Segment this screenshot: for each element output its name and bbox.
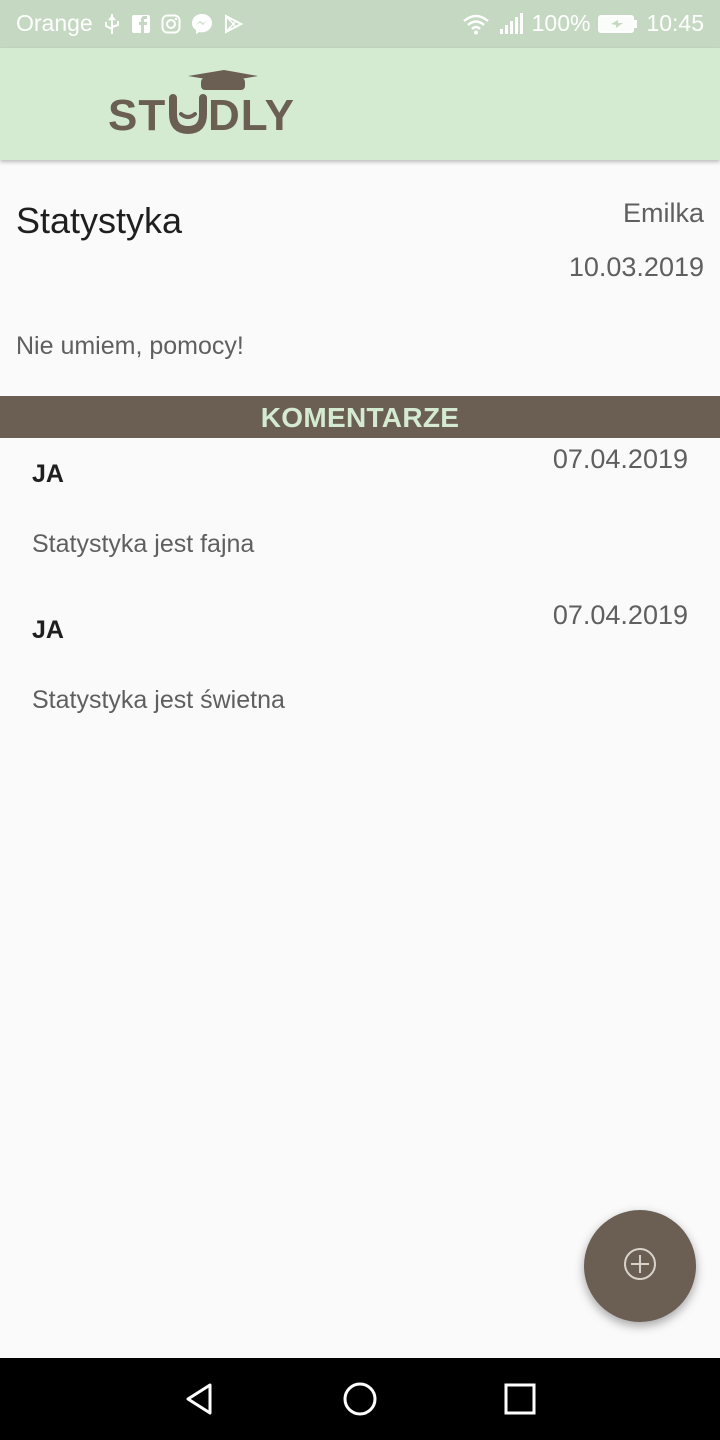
recents-button[interactable] xyxy=(500,1379,540,1419)
navigation-bar xyxy=(0,1358,720,1440)
instagram-icon xyxy=(161,14,181,34)
usb-icon xyxy=(103,13,121,35)
comment-item: JA 07.04.2019 Statystyka jest fajna xyxy=(0,440,720,580)
post-author: Emilka xyxy=(622,198,704,228)
battery-percentage: 100% xyxy=(531,10,591,36)
messenger-icon xyxy=(191,13,213,35)
wifi-icon xyxy=(462,13,490,35)
post-date: 10.03.2019 xyxy=(568,252,704,282)
back-button[interactable] xyxy=(180,1379,220,1419)
comments-header: KOMENTARZE xyxy=(0,396,720,438)
comment-author: JA xyxy=(32,616,64,644)
status-bar: Orange 100% 10:45 xyxy=(0,0,720,48)
comment-date: 07.04.2019 xyxy=(552,444,688,474)
svg-text:ST: ST xyxy=(108,91,166,136)
carrier-label: Orange xyxy=(16,10,93,36)
recents-icon xyxy=(504,1383,536,1415)
comment-text: Statystyka jest świetna xyxy=(32,686,285,714)
studly-logo: ST DLY xyxy=(108,62,294,140)
comment-text: Statystyka jest fajna xyxy=(32,530,255,558)
studly-logo-graphic: ST DLY xyxy=(108,70,294,140)
comment-item: JA 07.04.2019 Statystyka jest świetna xyxy=(0,596,720,736)
battery-icon xyxy=(598,14,638,34)
facebook-icon xyxy=(131,14,151,34)
comment-author: JA xyxy=(32,460,64,488)
clock: 10:45 xyxy=(646,10,704,36)
add-comment-button[interactable] xyxy=(584,1210,696,1322)
play-store-icon xyxy=(223,13,243,34)
signal-icon xyxy=(498,12,524,35)
status-bar-right: 100% 10:45 xyxy=(462,10,704,37)
back-icon xyxy=(186,1383,212,1415)
add-circle-icon xyxy=(622,1246,658,1286)
post-title: Statystyka xyxy=(16,200,183,241)
home-icon xyxy=(343,1382,377,1416)
app-bar: ST DLY xyxy=(0,48,720,160)
status-bar-left: Orange xyxy=(16,10,243,37)
comment-date: 07.04.2019 xyxy=(552,600,688,630)
post-body: Nie umiem, pomocy! xyxy=(16,332,244,360)
svg-text:DLY: DLY xyxy=(208,91,294,136)
home-button[interactable] xyxy=(340,1379,380,1419)
